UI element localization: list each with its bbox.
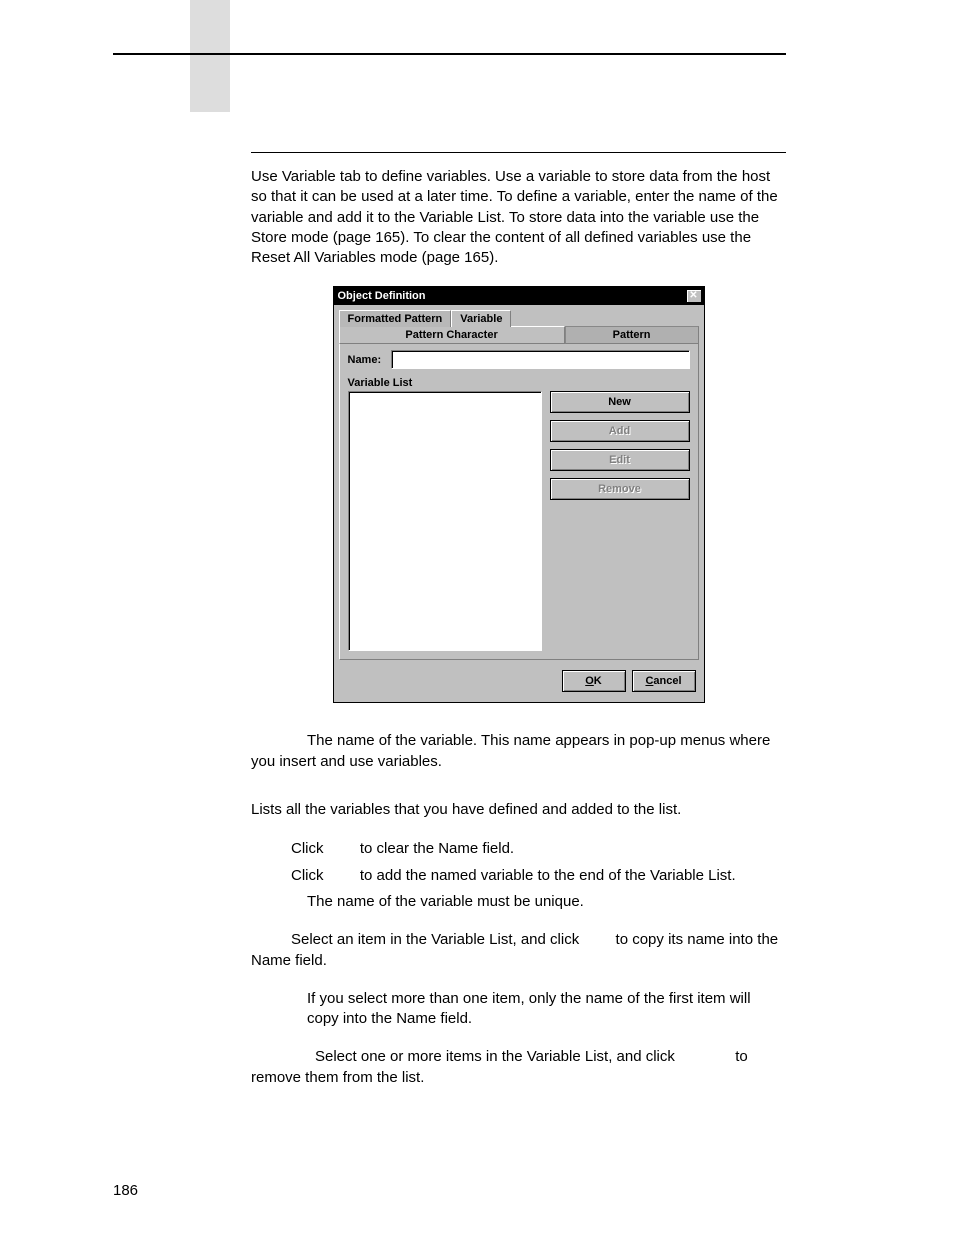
def-varlist-intro: Lists all the variables that you have de… — [251, 800, 786, 820]
def-edit: Select an item in the Variable List, and… — [251, 930, 786, 971]
close-icon[interactable]: ✕ — [686, 289, 702, 303]
header-rule — [113, 53, 786, 55]
tab-variable[interactable]: Variable — [451, 310, 511, 327]
name-label: Name: — [348, 354, 382, 366]
variable-list[interactable] — [348, 391, 542, 651]
def-new: Click to clear the Name field. — [291, 838, 786, 859]
dialog-body: Name: Variable List New Add Edit Remove — [339, 344, 699, 660]
intro-paragraph: Use Variable tab to define variables. Us… — [251, 167, 786, 268]
def-edit-note: If you select more than one item, only t… — [307, 989, 786, 1030]
dialog-footer: OK Cancel — [334, 660, 704, 702]
dialog-title: Object Definition — [338, 290, 426, 302]
def-name: The name of the variable. This name appe… — [251, 731, 786, 772]
object-definition-dialog: Object Definition ✕ Formatted Pattern Va… — [333, 286, 705, 703]
def-remove: Select one or more items in the Variable… — [251, 1047, 786, 1088]
margin-tab — [190, 0, 230, 112]
tab-formatted-pattern[interactable]: Formatted Pattern — [339, 310, 452, 327]
edit-button[interactable]: Edit — [550, 449, 690, 471]
remove-button[interactable]: Remove — [550, 478, 690, 500]
dialog-subtabs: Pattern Character Pattern — [339, 326, 699, 344]
button-column: New Add Edit Remove — [550, 391, 690, 651]
def-add: Click to add the named variable to the e… — [291, 865, 786, 886]
page-number: 186 — [113, 1182, 138, 1199]
cancel-button[interactable]: Cancel — [632, 670, 696, 692]
ok-button[interactable]: OK — [562, 670, 626, 692]
variable-list-label: Variable List — [348, 377, 690, 389]
new-button[interactable]: New — [550, 391, 690, 413]
subtab-pattern-character[interactable]: Pattern Character — [339, 326, 565, 344]
def-add-note: The name of the variable must be unique. — [307, 892, 786, 912]
dialog-titlebar: Object Definition ✕ — [334, 287, 704, 305]
subtab-pattern[interactable]: Pattern — [565, 326, 699, 344]
content-column: Use Variable tab to define variables. Us… — [251, 152, 786, 1106]
add-button[interactable]: Add — [550, 420, 690, 442]
section-rule — [251, 152, 786, 153]
dialog-tabs: Formatted Pattern Variable — [334, 305, 704, 326]
name-input[interactable] — [391, 350, 689, 369]
